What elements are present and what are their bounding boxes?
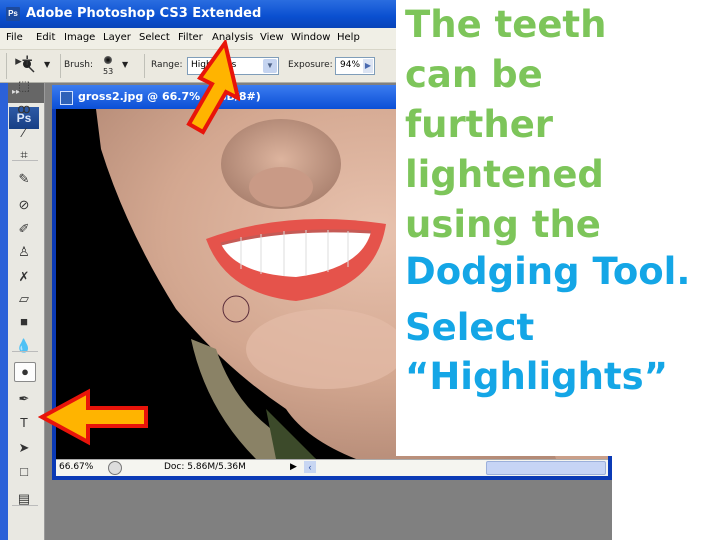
horizontal-scrollbar-thumb[interactable] <box>486 461 606 475</box>
magic-wand-icon: ⁄ <box>22 125 26 140</box>
path-selection-tool[interactable]: ➤ <box>14 439 34 457</box>
brush-label: Brush: <box>64 60 94 70</box>
healing-brush-icon: ⊘ <box>18 197 30 212</box>
toolbox: ▸▸ Ps ▸✛ ⬚ ꝏ ⁄ ⌗ ✎ ⊘ ✐ ♙ ✗ ▱ ■ 💧 ● ✒ T ➤ □ ▤ <box>0 53 45 540</box>
brush-size: 53 <box>103 67 114 76</box>
instruction-line-highlight: “Highlights” <box>405 355 669 398</box>
chevron-down-icon[interactable]: ▼ <box>263 59 277 73</box>
options-grip[interactable] <box>6 53 10 79</box>
status-bar: 66.67% Doc: 5.86M/5.36M ▶ ‹ <box>56 459 608 476</box>
history-brush-icon: ✗ <box>18 269 30 284</box>
doc-size: Doc: 5.86M/5.36M <box>164 462 246 472</box>
menu-image[interactable]: Image <box>64 32 95 43</box>
notes-icon: ▤ <box>17 491 31 506</box>
pen-icon: ✒ <box>18 391 30 406</box>
annotation-arrow-left <box>38 388 148 446</box>
move-tool[interactable]: ▸✛ <box>14 52 34 70</box>
instruction-line: can be <box>405 53 543 96</box>
menu-file[interactable]: File <box>6 32 23 43</box>
exposure-slider-arrow-icon[interactable]: ▶ <box>363 59 373 73</box>
document-icon <box>60 91 73 105</box>
marquee-tool[interactable]: ⬚ <box>14 77 34 95</box>
toolbox-separator <box>12 160 38 161</box>
lasso-icon: ꝏ <box>17 101 31 116</box>
eraser-icon: ▱ <box>19 291 29 306</box>
crop-tool[interactable]: ⌗ <box>14 146 34 164</box>
brush-icon: ✐ <box>18 221 30 236</box>
clone-stamp-tool[interactable]: ♙ <box>14 243 34 261</box>
instruction-line: The teeth <box>405 3 607 46</box>
instruction-line: further <box>405 103 554 146</box>
path-selection-icon: ➤ <box>18 440 30 455</box>
history-brush-tool[interactable]: ✗ <box>14 268 34 286</box>
toolbox-edge <box>0 83 8 540</box>
menu-view[interactable]: View <box>260 32 284 43</box>
toolbox-separator <box>12 351 38 352</box>
type-icon: T <box>20 415 28 430</box>
exposure-field[interactable]: 94% ▶ <box>335 57 375 75</box>
gradient-icon: ■ <box>20 314 28 329</box>
brush-dropdown-icon[interactable]: ▼ <box>122 60 128 69</box>
move-icon: ▸✛ <box>15 53 33 68</box>
menu-window[interactable]: Window <box>291 32 330 43</box>
menu-help[interactable]: Help <box>337 32 360 43</box>
menu-edit[interactable]: Edit <box>36 32 55 43</box>
marquee-icon: ⬚ <box>17 78 31 93</box>
zoom-level[interactable]: 66.67% <box>59 462 93 472</box>
shape-icon: □ <box>20 464 28 479</box>
instruction-line-highlight: Dodging Tool. <box>405 250 691 293</box>
slice-tool[interactable]: ✎ <box>14 170 34 188</box>
clone-stamp-icon: ♙ <box>18 244 30 259</box>
type-tool[interactable]: T <box>14 414 34 432</box>
photoshop-app-icon: Ps <box>6 7 20 21</box>
lasso-tool[interactable]: ꝏ <box>14 100 34 118</box>
annotation-arrow-up <box>186 40 240 135</box>
dodge-icon: ● <box>21 364 29 379</box>
status-menu-arrow-icon[interactable]: ▶ <box>290 461 297 472</box>
window-title: Adobe Photoshop CS3 Extended <box>26 6 262 21</box>
exposure-label: Exposure: <box>288 60 333 70</box>
slice-icon: ✎ <box>18 171 30 186</box>
toolbox-separator <box>12 505 38 506</box>
gradient-tool[interactable]: ■ <box>14 313 34 331</box>
preset-dropdown-icon[interactable]: ▼ <box>44 60 50 69</box>
instruction-line-highlight: Select <box>405 306 535 349</box>
healing-brush-tool[interactable]: ⊘ <box>14 196 34 214</box>
menu-select[interactable]: Select <box>139 32 170 43</box>
timer-icon[interactable] <box>108 461 122 475</box>
brush-tool[interactable]: ✐ <box>14 220 34 238</box>
dodge-tool[interactable]: ● <box>14 362 36 382</box>
eraser-tool[interactable]: ▱ <box>14 290 34 308</box>
magic-wand-tool[interactable]: ⁄ <box>14 124 34 142</box>
options-separator <box>60 54 61 78</box>
pen-tool[interactable]: ✒ <box>14 390 34 408</box>
scroll-left-icon[interactable]: ‹ <box>304 461 316 473</box>
options-separator <box>144 54 145 78</box>
exposure-value: 94% <box>340 60 361 70</box>
shape-tool[interactable]: □ <box>14 463 34 481</box>
menu-layer[interactable]: Layer <box>103 32 131 43</box>
blur-tool[interactable]: 💧 <box>14 337 34 355</box>
instruction-panel: The teeth can be further lightened using… <box>396 0 720 456</box>
brush-preview-icon[interactable] <box>104 56 112 64</box>
instruction-line: lightened <box>405 153 604 196</box>
instruction-line: using the <box>405 203 601 246</box>
